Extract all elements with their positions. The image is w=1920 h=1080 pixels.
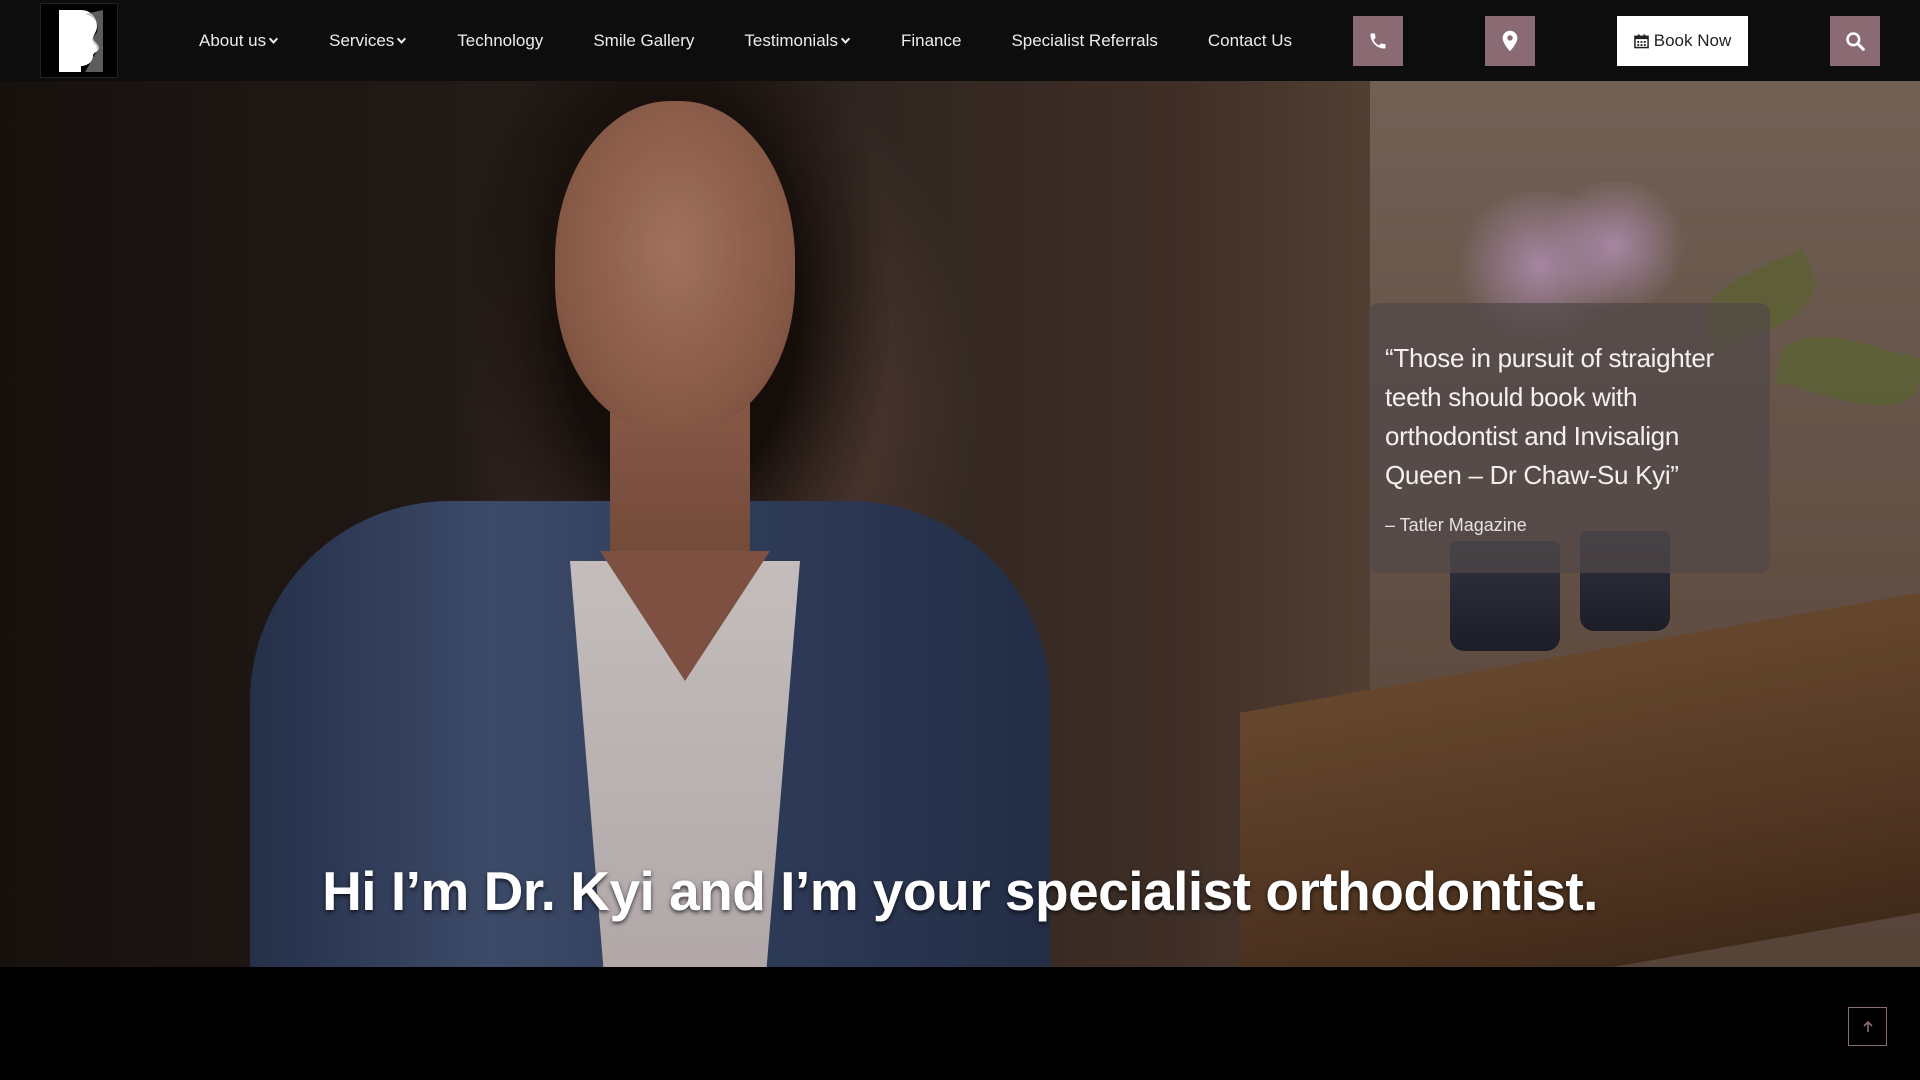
chevron-down-icon	[269, 37, 279, 44]
nav-label: Finance	[900, 30, 962, 50]
chevron-down-icon	[840, 37, 851, 44]
nav-finance[interactable]: Finance	[901, 31, 961, 51]
quote-text: “Those in pursuit of straighter teeth sh…	[1385, 343, 1714, 490]
nav-specialist-referrals[interactable]: Specialist Referrals	[1011, 31, 1157, 51]
search-button[interactable]	[1830, 16, 1880, 66]
nav-about-us[interactable]: About us	[199, 31, 279, 51]
calendar-icon	[1633, 34, 1649, 49]
search-icon	[1846, 32, 1865, 51]
map-pin-icon	[1502, 30, 1518, 52]
nav-technology[interactable]: Technology	[457, 31, 543, 51]
nav-label: Specialist Referrals	[1011, 30, 1158, 50]
nav-label: Technology	[457, 30, 544, 50]
video-caption: Hi I’m Dr. Kyi and I’m your specialist o…	[322, 860, 1598, 922]
nav-label: About us	[199, 30, 267, 50]
profile-logo-icon	[59, 9, 103, 72]
arrow-up-icon	[1862, 1020, 1873, 1032]
nav-smile-gallery[interactable]: Smile Gallery	[593, 31, 694, 51]
nav-label: Services	[329, 30, 395, 50]
site-header: About us Services Technology Smile Galle…	[0, 0, 1920, 81]
nav-label: Smile Gallery	[593, 30, 695, 50]
testimonial-quote-card: “Those in pursuit of straighter teeth sh…	[1369, 303, 1770, 573]
logo[interactable]	[40, 3, 118, 78]
page-bottom	[0, 967, 1920, 1080]
quote-source: – Tatler Magazine	[1385, 515, 1527, 535]
nav-services[interactable]: Services	[329, 31, 407, 51]
phone-icon	[1370, 33, 1386, 49]
chevron-down-icon	[397, 37, 407, 44]
location-button[interactable]	[1485, 16, 1535, 66]
book-now-button[interactable]: Book Now	[1617, 16, 1748, 66]
nav-label: Testimonials	[744, 30, 838, 50]
nav-label: Contact Us	[1207, 30, 1292, 50]
back-to-top-button[interactable]	[1848, 1007, 1887, 1046]
hero-video[interactable]: “Those in pursuit of straighter teeth sh…	[0, 81, 1920, 967]
book-now-label: Book Now	[1653, 31, 1732, 50]
nav-contact-us[interactable]: Contact Us	[1208, 31, 1292, 51]
phone-button[interactable]	[1353, 16, 1403, 66]
main-nav: About us Services Technology Smile Galle…	[199, 0, 1342, 81]
nav-testimonials[interactable]: Testimonials	[744, 31, 851, 51]
